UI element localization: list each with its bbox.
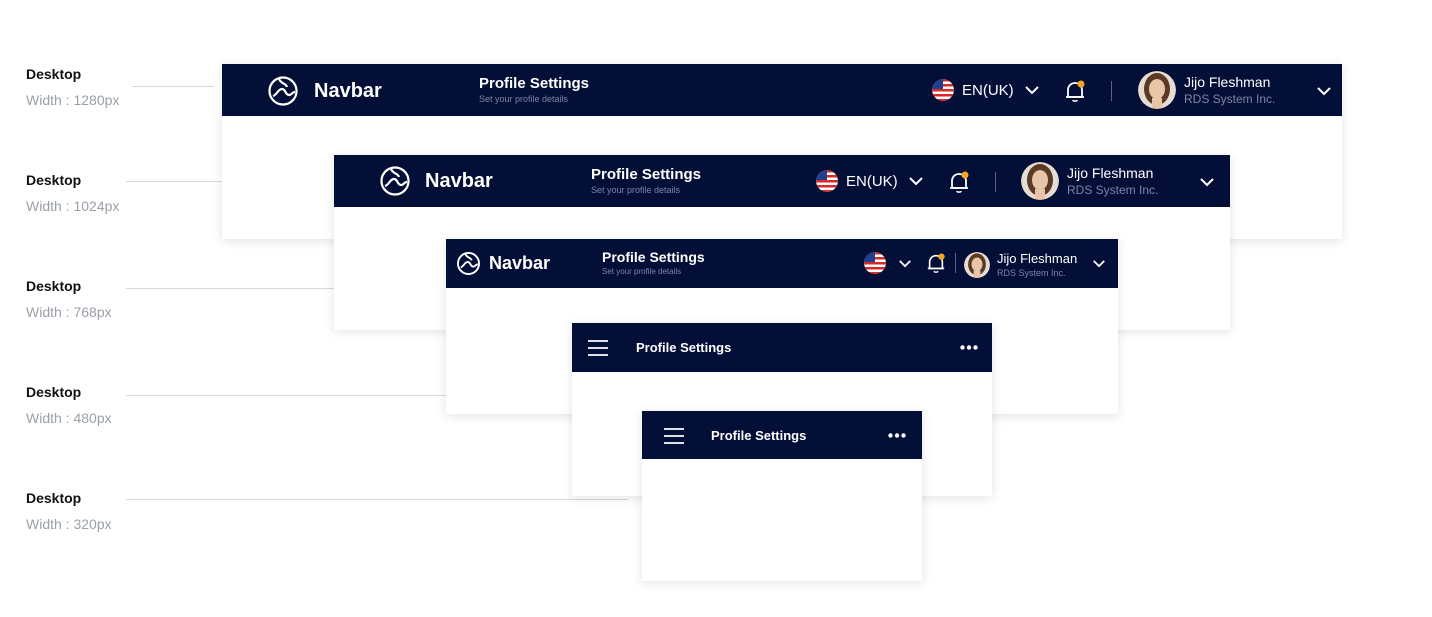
bell-notification-icon[interactable] xyxy=(926,252,946,274)
globe-logo-icon xyxy=(380,166,410,196)
breakpoint-width: Width : 1280px xyxy=(26,92,120,108)
user-name: Jijo Fleshman xyxy=(1067,165,1154,181)
connector-line xyxy=(126,499,628,500)
company-name: RDS System Inc. xyxy=(1184,92,1276,106)
avatar xyxy=(964,251,990,278)
language-selector[interactable]: EN(UK) xyxy=(816,170,924,192)
user-info: Jijo Fleshman RDS System Inc. xyxy=(1067,165,1158,197)
globe-logo-icon xyxy=(268,76,298,106)
page-subtitle: Set your profile details xyxy=(591,185,681,195)
navbar: Profile Settings xyxy=(642,411,922,459)
chevron-down-icon[interactable] xyxy=(1199,177,1215,187)
more-options-icon[interactable] xyxy=(888,433,906,438)
breakpoint-title: Desktop xyxy=(26,278,82,294)
page-title: Profile Settings xyxy=(711,428,807,443)
navbar: Navbar Profile Settings Set your profile… xyxy=(446,239,1118,288)
chevron-down-icon xyxy=(908,177,923,186)
language-code: EN(UK) xyxy=(962,81,1014,99)
page-subtitle: Set your profile details xyxy=(479,94,569,104)
us-flag-icon xyxy=(932,79,954,101)
language-selector[interactable] xyxy=(864,252,912,274)
brand[interactable]: Navbar xyxy=(379,165,493,197)
breakpoint-title: Desktop xyxy=(26,490,82,506)
us-flag-icon xyxy=(816,170,838,192)
company-name: RDS System Inc. xyxy=(1067,183,1159,197)
breakpoint-title: Desktop xyxy=(26,66,82,82)
hamburger-menu-icon[interactable] xyxy=(664,428,684,444)
breakpoint-label-1280: Desktop Width : 1280px xyxy=(26,66,119,108)
breakpoint-label-320: Desktop Width : 320px xyxy=(26,490,112,532)
user-profile[interactable]: Jijo Fleshman RDS System Inc. xyxy=(1021,162,1158,200)
breakpoint-title: Desktop xyxy=(26,172,82,188)
breakpoint-title: Desktop xyxy=(26,384,82,400)
brand-name: Navbar xyxy=(425,169,493,192)
user-info: Jijo Fleshman RDS System Inc. xyxy=(1184,74,1275,106)
page-heading: Profile Settings Set your profile detail… xyxy=(479,75,589,104)
breakpoint-label-1024: Desktop Width : 1024px xyxy=(26,172,119,214)
navbar: Navbar Profile Settings Set your profile… xyxy=(334,155,1230,207)
page-heading: Profile Settings Set your profile detail… xyxy=(602,249,705,276)
more-options-icon[interactable] xyxy=(960,345,978,350)
chevron-down-icon[interactable] xyxy=(1092,259,1106,268)
avatar xyxy=(1021,162,1059,200)
brand[interactable]: Navbar xyxy=(267,75,382,107)
page-heading: Profile Settings Set your profile detail… xyxy=(591,166,701,195)
hamburger-menu-icon[interactable] xyxy=(588,340,608,356)
breakpoint-width: Width : 320px xyxy=(26,516,112,532)
frame-desktop-320: Profile Settings xyxy=(642,411,922,581)
bell-notification-icon[interactable] xyxy=(1064,79,1086,103)
breakpoint-width: Width : 768px xyxy=(26,304,112,320)
breakpoint-width: Width : 1024px xyxy=(26,198,120,214)
page-title: Profile Settings xyxy=(602,249,705,265)
language-selector[interactable]: EN(UK) xyxy=(932,79,1040,101)
breakpoint-width: Width : 480px xyxy=(26,410,112,426)
breakpoint-label-768: Desktop Width : 768px xyxy=(26,278,112,320)
language-code: EN(UK) xyxy=(846,172,898,190)
chevron-down-icon xyxy=(899,259,911,267)
avatar xyxy=(1138,71,1176,109)
page-subtitle: Set your profile details xyxy=(602,267,682,276)
company-name: RDS System Inc. xyxy=(997,268,1066,278)
user-name: Jijo Fleshman xyxy=(1184,74,1271,90)
globe-logo-icon xyxy=(457,252,480,275)
chevron-down-icon xyxy=(1024,86,1039,95)
divider xyxy=(1111,81,1112,101)
connector-line xyxy=(132,86,214,87)
page-title: Profile Settings xyxy=(479,75,590,92)
user-profile[interactable]: Jijo Fleshman RDS System Inc. xyxy=(1138,71,1275,109)
navbar: Profile Settings xyxy=(572,323,992,372)
brand[interactable]: Navbar xyxy=(456,251,550,276)
user-profile[interactable]: Jijo Fleshman RDS System Inc. xyxy=(964,251,1077,278)
navbar: Navbar Profile Settings Set your profile… xyxy=(222,64,1342,116)
divider xyxy=(995,172,996,192)
user-name: Jijo Fleshman xyxy=(997,251,1078,266)
brand-name: Navbar xyxy=(489,253,551,273)
bell-notification-icon[interactable] xyxy=(948,170,970,194)
page-title: Profile Settings xyxy=(636,340,732,355)
page-title: Profile Settings xyxy=(591,166,702,183)
us-flag-icon xyxy=(864,252,886,274)
brand-name: Navbar xyxy=(314,79,382,102)
chevron-down-icon[interactable] xyxy=(1316,86,1332,96)
breakpoint-label-480: Desktop Width : 480px xyxy=(26,384,112,426)
user-info: Jijo Fleshman RDS System Inc. xyxy=(997,251,1077,278)
divider xyxy=(955,253,956,273)
